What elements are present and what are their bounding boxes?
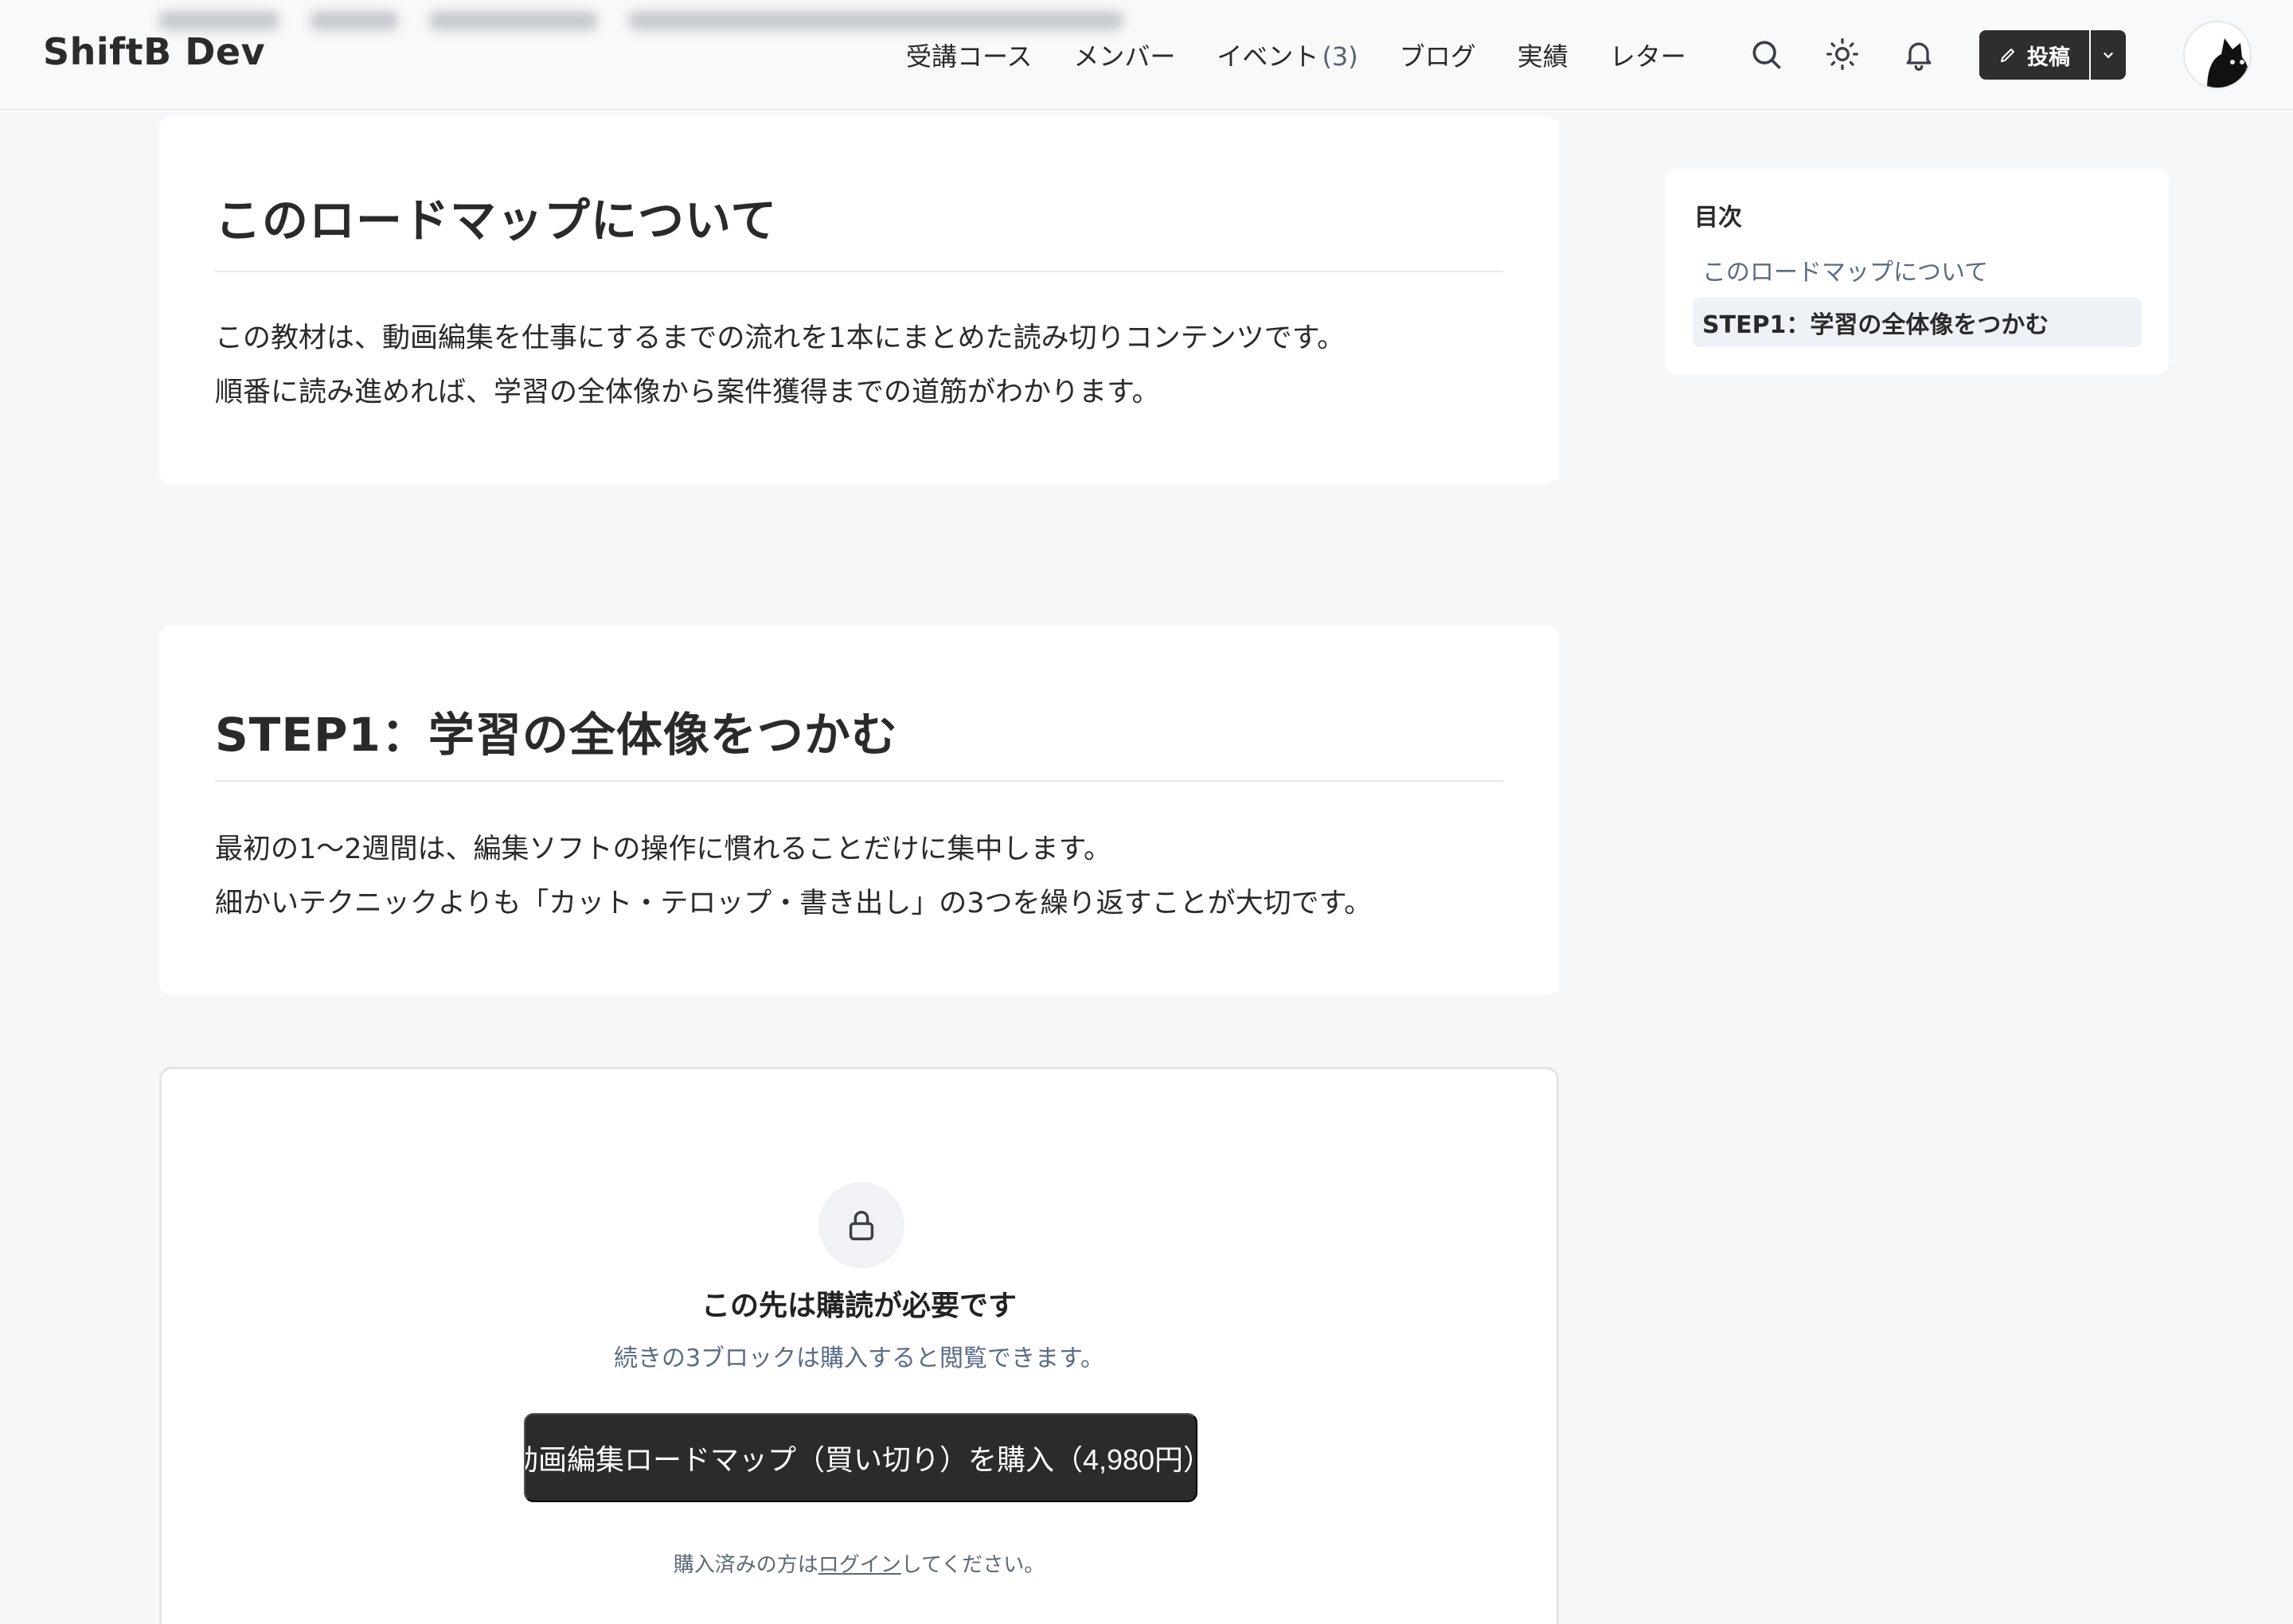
- nav-achievements[interactable]: 実績: [1518, 37, 1568, 73]
- purchase-button[interactable]: 動画編集ロードマップ（買い切り）を購入（4,980円）: [524, 1413, 1197, 1502]
- login-prefix: 購入済みの方は: [673, 1553, 818, 1577]
- notifications-button[interactable]: [1897, 32, 1941, 76]
- user-avatar[interactable]: [2183, 21, 2252, 89]
- sun-icon: [1826, 38, 1858, 70]
- search-icon: [1752, 41, 1781, 69]
- paywall-subtitle: 続きの3ブロックは購入すると閲覧できます。: [613, 1345, 1105, 1372]
- nav-courses[interactable]: 受講コース: [906, 37, 1032, 73]
- lock-icon: [849, 1211, 874, 1240]
- page: ShiftB Dev 受講コース メンバー イベント (3) ブログ 実績 レター…: [0, 0, 2293, 1624]
- section-about: このロードマップについて この教材は、動画編集を仕事にするまでの流れを1本にまと…: [159, 116, 1559, 484]
- post-button-label: 投稿: [2027, 45, 2070, 70]
- main-nav: 受講コース メンバー イベント (3) ブログ 実績 レター: [906, 37, 1686, 73]
- nav-events[interactable]: イベント (3): [1217, 37, 1357, 73]
- pencil-icon: [2001, 49, 2014, 62]
- login-suffix: してください。: [900, 1553, 1045, 1577]
- post-button[interactable]: 投稿: [1979, 30, 2089, 80]
- login-prompt: 購入済みの方はログインしてください。: [162, 1548, 1557, 1578]
- post-menu-toggle[interactable]: [2091, 30, 2126, 80]
- table-of-contents: 目次 このロードマップについて STEP1：学習の全体像をつかむ: [1666, 169, 2169, 374]
- login-link[interactable]: ログイン: [818, 1553, 901, 1577]
- site-logo[interactable]: ShiftB Dev: [43, 30, 265, 73]
- lock-badge: [818, 1182, 904, 1268]
- section-heading: このロードマップについて: [215, 193, 778, 248]
- theme-toggle-button[interactable]: [1820, 32, 1865, 76]
- nav-members[interactable]: メンバー: [1073, 37, 1175, 73]
- section-step1: STEP1：学習の全体像をつかむ 最初の1〜2週間は、編集ソフトの操作に慣れるこ…: [159, 626, 1559, 995]
- nav-blog[interactable]: ブログ: [1400, 37, 1476, 73]
- toc-title: 目次: [1694, 204, 1742, 232]
- nav-letter[interactable]: レター: [1610, 37, 1686, 73]
- toc-item-step1[interactable]: STEP1：学習の全体像をつかむ: [1693, 298, 2142, 347]
- heading-divider: [215, 780, 1503, 782]
- paywall-title: この先は購読が必要です: [701, 1290, 1017, 1322]
- paragraph-line: この教材は、動画編集を仕事にするまでの流れを1本にまとめた読み切りコンテンツです…: [215, 322, 1346, 354]
- paywall-box: この先は購読が必要です 続きの3ブロックは購入すると閲覧できます。 動画編集ロー…: [159, 1067, 1559, 1624]
- top-header: ShiftB Dev 受講コース メンバー イベント (3) ブログ 実績 レター…: [0, 0, 2293, 110]
- toc-item-about[interactable]: このロードマップについて: [1693, 245, 2142, 295]
- search-button[interactable]: [1744, 32, 1788, 76]
- bell-icon: [1906, 42, 1932, 71]
- paragraph-line: 順番に読み進めれば、学習の全体像から案件獲得までの道筋がわかります。: [215, 377, 1160, 408]
- nav-events-count: (3): [1322, 41, 1358, 72]
- chevron-down-icon: [2104, 53, 2113, 59]
- section-heading: STEP1：学習の全体像をつかむ: [215, 708, 898, 762]
- black-cat-avatar-icon: [2207, 38, 2250, 88]
- heading-divider: [215, 271, 1503, 272]
- blurred-breadcrumb: [159, 11, 1123, 35]
- paragraph-line: 最初の1〜2週間は、編集ソフトの操作に慣れることだけに集中します。: [215, 833, 1112, 865]
- nav-events-label: イベント: [1217, 41, 1319, 72]
- paragraph-line: 細かいテクニックよりも「カット・テロップ・書き出し」の3つを繰り返すことが大切で…: [215, 888, 1373, 919]
